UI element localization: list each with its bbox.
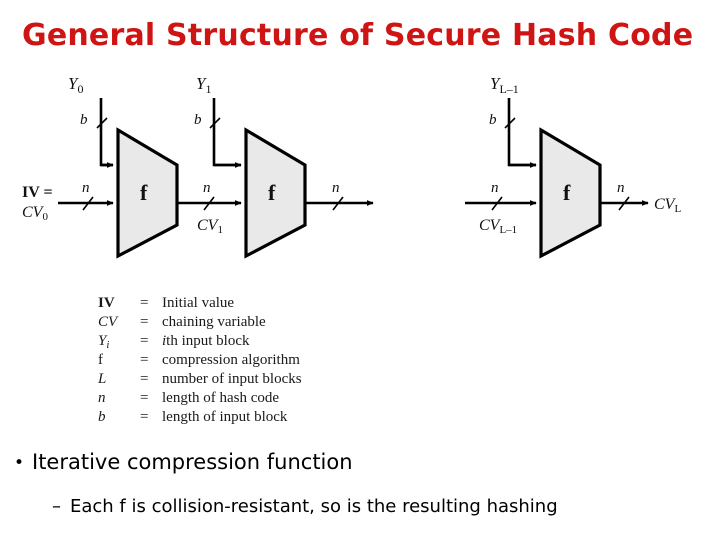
stage-0-message-label: Y0 xyxy=(68,74,83,96)
legend-description: chaining variable xyxy=(162,314,266,330)
legend-equals: = xyxy=(140,409,149,425)
legend-symbol: CV xyxy=(98,314,118,330)
legend-equals: = xyxy=(140,314,149,330)
legend-description: length of hash code xyxy=(162,390,280,406)
bullet-marker: – xyxy=(52,496,61,517)
legend-row: f = compression algorithm xyxy=(98,351,398,370)
legend-description: compression algorithm xyxy=(162,352,300,368)
legend-symbol: b xyxy=(98,409,106,425)
legend-row: IV = Initial value xyxy=(98,294,398,313)
stage-last-chain-out-width-label: n xyxy=(617,180,625,196)
legend-equals: = xyxy=(140,333,149,349)
stage-0-chain-out-width-label: n xyxy=(203,180,211,196)
stage-last-message-label: YL–1 xyxy=(490,74,519,96)
stage-0-iv-label: IV = xyxy=(22,184,53,201)
stage-0-message-width-label: b xyxy=(80,112,88,128)
stage-1-function-label: f xyxy=(268,180,276,205)
stage-0-chain-out-label: CV1 xyxy=(197,217,223,236)
legend-equals: = xyxy=(140,295,149,311)
stage-last-message-path xyxy=(507,98,536,167)
legend-symbol: L xyxy=(98,371,107,387)
legend-row: CV = chaining variable xyxy=(98,313,398,332)
legend-description: length of input block xyxy=(162,409,288,425)
stage-last-function-label: f xyxy=(563,180,571,205)
page-title: General Structure of Secure Hash Code xyxy=(22,18,694,53)
stage-0-compression-block xyxy=(116,127,179,259)
stage-1-chain-out-width-label: n xyxy=(332,180,340,196)
stage-0-group: Y0 b IV = CV0 n f n CV1 xyxy=(22,74,242,259)
stage-last-compression-block xyxy=(539,127,602,259)
stage-last-message-width-label: b xyxy=(489,112,497,128)
legend-row: n = length of hash code xyxy=(98,389,398,408)
stage-last-chain-out-label: CVL xyxy=(654,196,681,215)
slide-root: General Structure of Secure Hash Code Y0… xyxy=(0,0,720,540)
stage-last-group: YL–1 b n CVL–1 f n CVL xyxy=(465,74,681,259)
stage-1-compression-block xyxy=(244,127,307,259)
legend-equals: = xyxy=(140,371,149,387)
bullet-marker: • xyxy=(14,453,25,473)
stage-last-chain-in-label: CVL–1 xyxy=(479,217,517,236)
stage-1-message-width-label: b xyxy=(194,112,202,128)
legend-row: b = length of input block xyxy=(98,408,398,427)
stage-0-chain-in-width-label: n xyxy=(82,180,90,196)
legend-row: Yi = ith input block xyxy=(98,332,398,351)
legend-symbol-subscript: i xyxy=(106,339,110,352)
legend-symbol: IV xyxy=(98,295,115,311)
legend-description-text: th input block xyxy=(166,333,250,349)
legend-table: IV = Initial value CV = chaining variabl… xyxy=(98,294,398,427)
legend-description: Initial value xyxy=(162,295,235,311)
bullet-list: • Iterative compression function – Each f … xyxy=(0,448,720,519)
legend-symbol: f xyxy=(98,352,103,368)
legend-row: L = number of input blocks xyxy=(98,370,398,389)
bullet-level-1: • Iterative compression function xyxy=(14,448,720,477)
hash-structure-diagram: Y0 b IV = CV0 n f n CV1 Y1 b f n YL–1 b … xyxy=(22,74,681,259)
bullet-level-2: – Each f is collision-resistant, so is th… xyxy=(52,495,720,519)
stage-0-function-label: f xyxy=(140,180,148,205)
legend-description: number of input blocks xyxy=(162,371,302,387)
stage-last-chain-in-width-label: n xyxy=(491,180,499,196)
legend-symbol: n xyxy=(98,390,106,406)
stage-0-cv0-label: CV0 xyxy=(22,204,48,223)
legend-equals: = xyxy=(140,390,149,406)
stage-0-message-path xyxy=(99,98,113,167)
bullet-level-1-text: Iterative compression function xyxy=(32,450,353,474)
stage-1-message-label: Y1 xyxy=(196,74,211,96)
legend-description: ith input block xyxy=(162,332,250,351)
stage-1-message-path xyxy=(212,98,241,167)
legend-equals: = xyxy=(140,352,149,368)
bullet-level-2-text: Each f is collision-resistant, so is the… xyxy=(70,496,558,517)
